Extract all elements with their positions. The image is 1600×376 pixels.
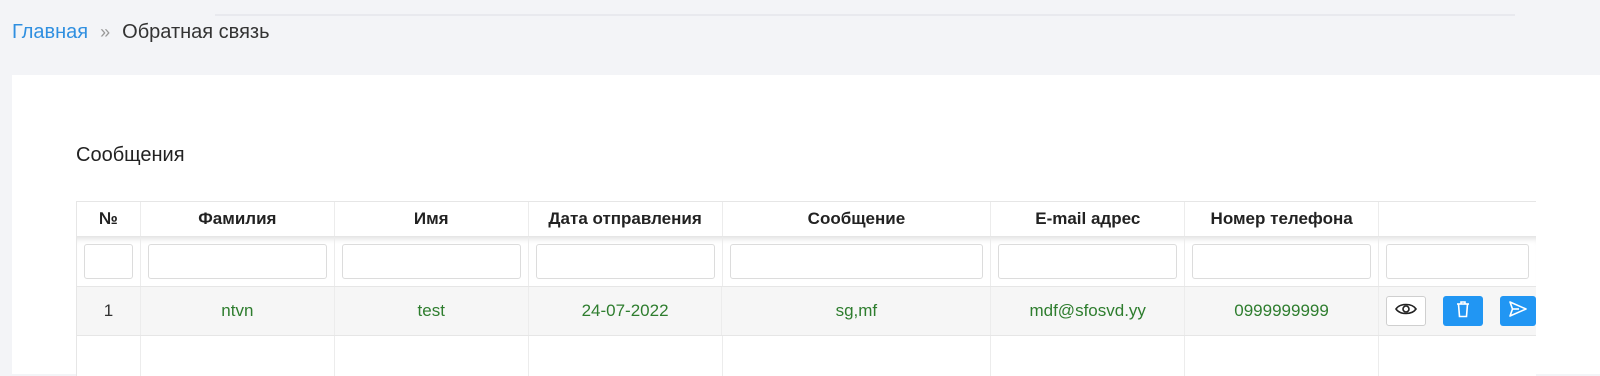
- row-number: 1: [77, 287, 141, 335]
- row-name: test: [335, 287, 529, 335]
- filter-message-input[interactable]: [729, 244, 984, 279]
- breadcrumb: Главная » Обратная связь: [12, 21, 270, 44]
- row-email: mdf@sfosvd.yy: [991, 287, 1186, 335]
- breadcrumb-home-link[interactable]: Главная: [12, 21, 88, 44]
- table-empty-area: [77, 336, 1536, 376]
- column-header-actions: [1379, 202, 1536, 236]
- messages-panel: Сообщения № Фамилия Имя Дата отправления…: [12, 75, 1600, 376]
- table-filter-row: [77, 237, 1536, 286]
- panel-title: Сообщения: [76, 144, 185, 166]
- view-button[interactable]: [1385, 296, 1426, 326]
- filter-number-input[interactable]: [84, 244, 133, 279]
- eye-icon: [1395, 301, 1417, 321]
- filter-email-input[interactable]: [998, 244, 1178, 279]
- breadcrumb-separator: »: [100, 22, 111, 42]
- filter-date-input[interactable]: [535, 244, 715, 279]
- column-header-phone[interactable]: Номер телефона: [1185, 202, 1380, 236]
- row-message: sg,mf: [722, 287, 992, 335]
- column-header-email[interactable]: E-mail адрес: [991, 202, 1186, 236]
- row-surname: ntvn: [141, 287, 335, 335]
- row-phone: 0999999999: [1185, 287, 1379, 335]
- filter-name-input[interactable]: [341, 244, 521, 279]
- table-row: 1 ntvn test 24-07-2022 sg,mf mdf@sfosvd.…: [77, 286, 1536, 336]
- breadcrumb-current: Обратная связь: [122, 21, 270, 43]
- send-button[interactable]: [1499, 296, 1536, 326]
- column-header-message[interactable]: Сообщение: [723, 202, 992, 236]
- filter-phone-input[interactable]: [1192, 244, 1372, 279]
- column-header-name[interactable]: Имя: [335, 202, 529, 236]
- trash-icon: [1455, 300, 1471, 323]
- messages-table: № Фамилия Имя Дата отправления Сообщение…: [76, 201, 1536, 376]
- column-header-number[interactable]: №: [77, 202, 141, 236]
- row-actions: [1379, 287, 1536, 335]
- filter-actions-input[interactable]: [1386, 244, 1529, 279]
- table-header-row: № Фамилия Имя Дата отправления Сообщение…: [77, 202, 1536, 237]
- column-header-surname[interactable]: Фамилия: [141, 202, 335, 236]
- top-divider: [215, 14, 1515, 16]
- send-icon: [1508, 300, 1528, 323]
- delete-button[interactable]: [1442, 296, 1483, 326]
- row-date: 24-07-2022: [529, 287, 723, 335]
- column-header-date[interactable]: Дата отправления: [529, 202, 723, 236]
- filter-surname-input[interactable]: [147, 244, 327, 279]
